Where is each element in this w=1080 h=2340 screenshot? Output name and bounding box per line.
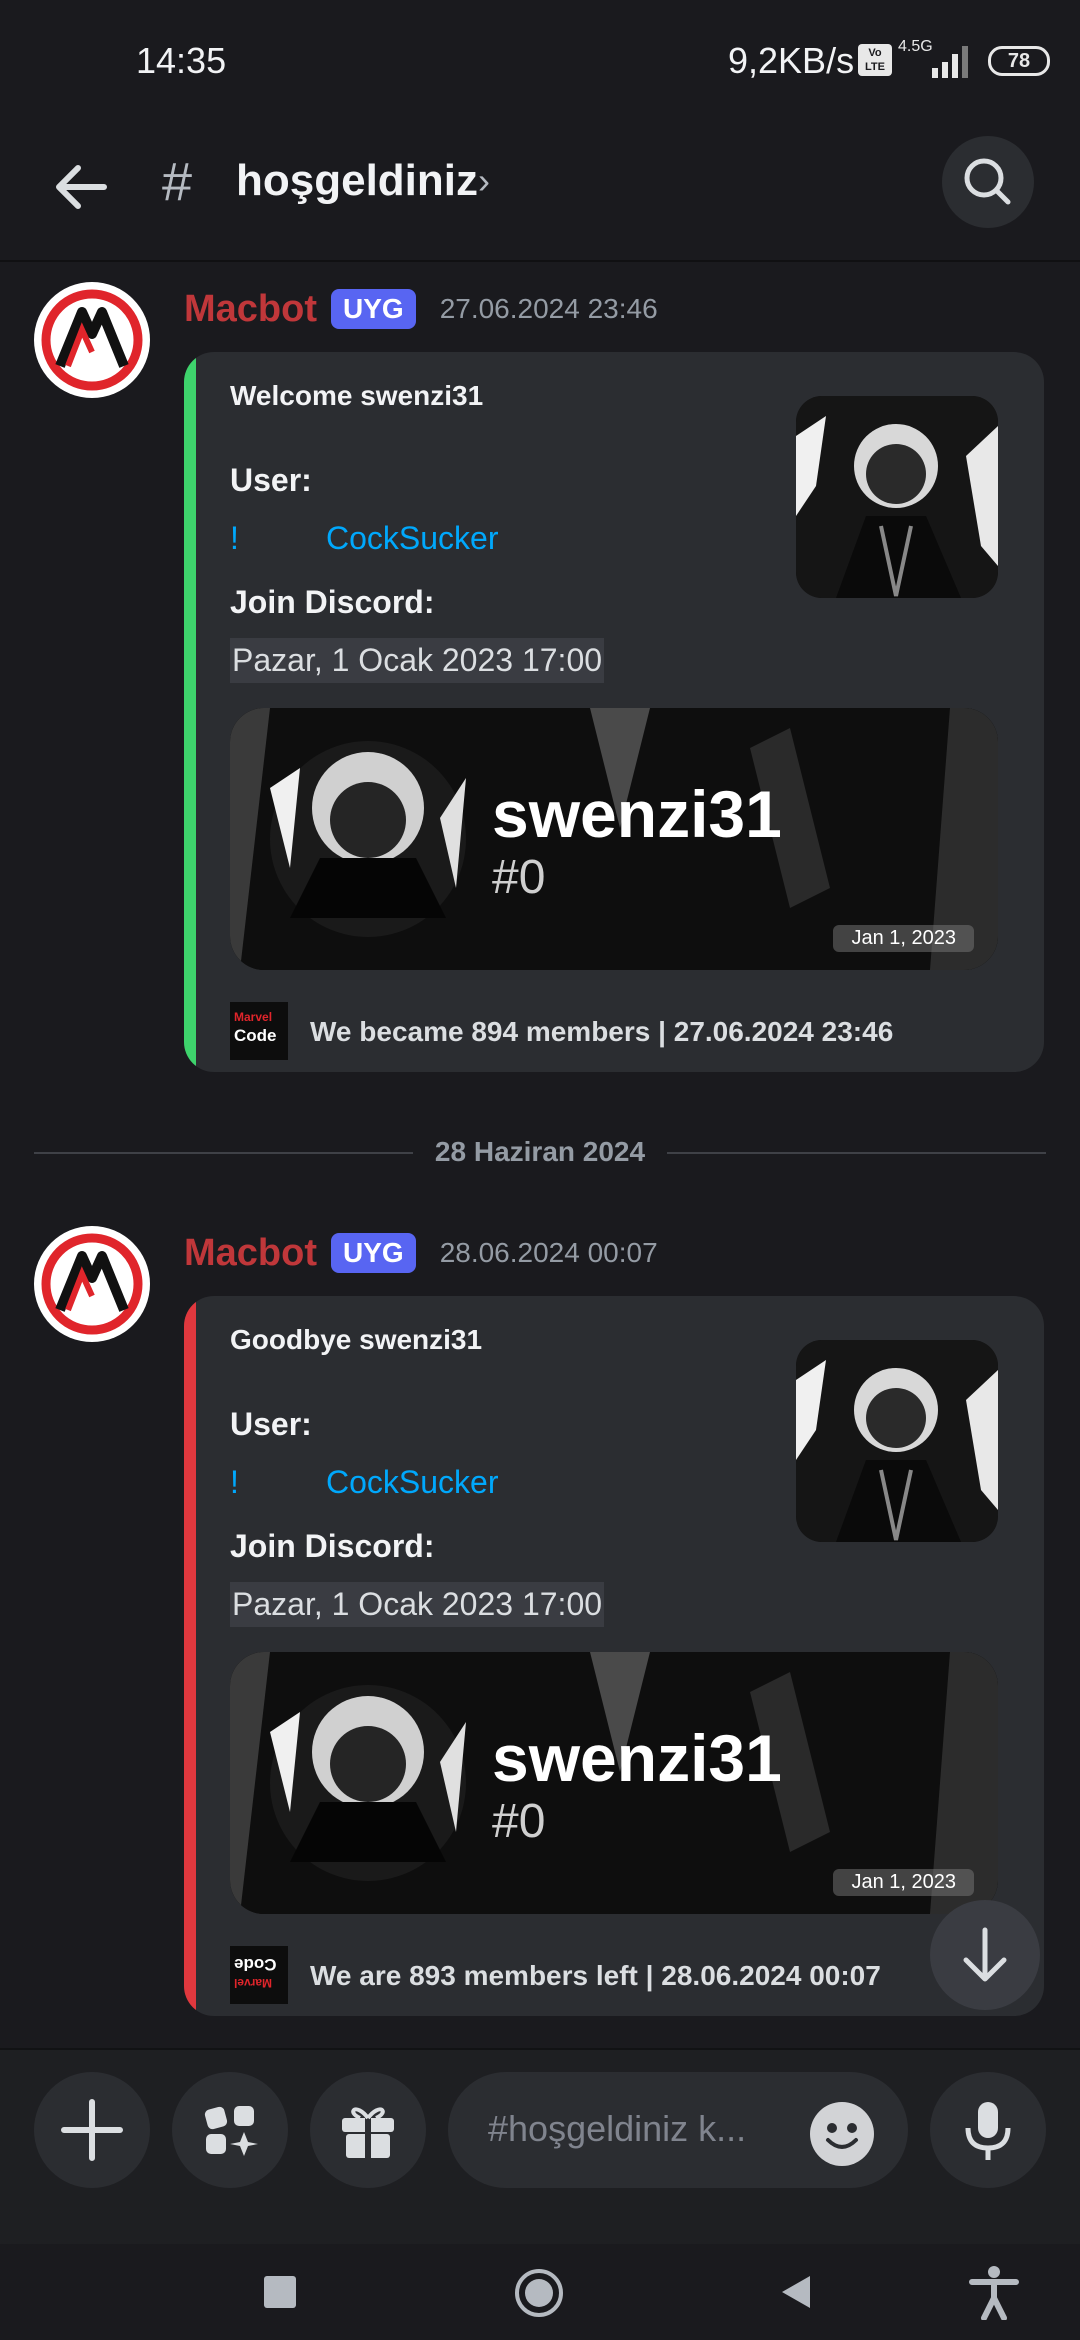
banner-discriminator: #0: [492, 851, 546, 904]
avatar[interactable]: [34, 282, 150, 398]
macbot-logo-icon: [41, 1233, 143, 1335]
user-avatar-image: [796, 1340, 998, 1542]
system-navigation-bar: [0, 2244, 1080, 2340]
message-timestamp: 28.06.2024 00:07: [439, 1237, 658, 1268]
server-footer-icon: Marvel Code: [230, 1002, 288, 1060]
message-composer: #hoşgeldiniz k...: [0, 2048, 1080, 2244]
app-tag-badge: UYG: [331, 289, 416, 329]
user-mention[interactable]: CockSucker: [326, 1464, 499, 1501]
embed-footer: We are 893 members left | 28.06.2024 00:…: [310, 1960, 881, 1991]
battery-indicator: 78: [988, 46, 1050, 76]
goodbye-banner-image[interactable]: swenzi31 #0 Jan 1, 2023: [230, 1652, 998, 1914]
emoji-button[interactable]: [810, 2102, 874, 2166]
embed-title: Welcome swenzi31: [230, 380, 484, 411]
footer-icon-bottom-text: Code: [234, 1026, 277, 1045]
server-footer-icon: Code Marvel: [230, 1946, 288, 2004]
message-input[interactable]: #hoşgeldiniz k...: [448, 2072, 908, 2188]
accessibility-icon[interactable]: [966, 2264, 1022, 2320]
banner-username: swenzi31: [492, 1721, 782, 1795]
gift-icon: [342, 2107, 394, 2158]
back-icon[interactable]: [778, 2274, 814, 2310]
join-date: Pazar, 1 Ocak 2023 17:00: [230, 1582, 605, 1627]
footer-icon-top-text: Marvel: [234, 1976, 273, 1990]
footer-icon-top-text: Marvel: [234, 1010, 273, 1024]
field-label-join: Join Discord:: [230, 584, 435, 620]
field-label-join: Join Discord:: [230, 1528, 435, 1564]
embed-accent-bar: [184, 1296, 196, 2016]
scroll-to-bottom-button[interactable]: [930, 1900, 1040, 2010]
user-mention[interactable]: CockSucker: [326, 520, 499, 557]
join-date: Pazar, 1 Ocak 2023 17:00: [230, 638, 605, 683]
message-timestamp: 27.06.2024 23:46: [439, 293, 658, 324]
apps-icon: [204, 2106, 258, 2156]
banner-discriminator: #0: [492, 1795, 546, 1848]
footer-icon-bottom-text: Code: [234, 1955, 277, 1974]
embed-thumbnail[interactable]: [796, 1340, 998, 1542]
banner-username: swenzi31: [492, 777, 782, 851]
home-icon[interactable]: [512, 2266, 566, 2320]
status-time: 14:35: [136, 40, 227, 81]
plus-icon: [61, 2099, 123, 2161]
microphone-icon: [965, 2102, 1011, 2160]
back-arrow-icon[interactable]: [46, 152, 116, 222]
search-icon: [964, 158, 1011, 205]
welcome-embed: Welcome swenzi31 User: ! CockSucker Join…: [184, 352, 1044, 1072]
date-divider: 28 Haziran 2024: [34, 1130, 1046, 1176]
volte-icon: Vo LTE: [858, 44, 892, 76]
app-tag-badge: UYG: [331, 1233, 416, 1273]
search-button[interactable]: [942, 136, 1034, 228]
channel-header: # hoşgeldiniz ›: [0, 120, 1080, 262]
add-attachment-button[interactable]: [34, 2072, 150, 2188]
goodbye-embed: Goodbye swenzi31 User: ! CockSucker Join…: [184, 1296, 1044, 2016]
hash-icon: #: [162, 152, 193, 212]
apps-button[interactable]: [172, 2072, 288, 2188]
message-author[interactable]: Macbot: [184, 1232, 317, 1275]
arrow-down-icon: [963, 1927, 1007, 1982]
field-label-user: User:: [230, 462, 312, 498]
user-avatar-image: [796, 396, 998, 598]
emoji-icon: [826, 2123, 858, 2149]
avatar[interactable]: [34, 1226, 150, 1342]
message-author[interactable]: Macbot: [184, 288, 317, 331]
embed-title: Goodbye swenzi31: [230, 1324, 483, 1355]
channel-title[interactable]: hoşgeldiniz: [236, 156, 478, 206]
message-input-placeholder: #hoşgeldiniz k...: [488, 2108, 747, 2149]
banner-date: Jan 1, 2023: [833, 1869, 974, 1896]
gift-button[interactable]: [310, 2072, 426, 2188]
chevron-right-icon[interactable]: ›: [478, 160, 490, 202]
status-network-speed: 9,2KB/s: [728, 40, 855, 81]
field-label-user: User:: [230, 1406, 312, 1442]
embed-footer: We became 894 members | 27.06.2024 23:46: [310, 1016, 894, 1047]
voice-message-button[interactable]: [930, 2072, 1046, 2188]
embed-thumbnail[interactable]: [796, 396, 998, 598]
recents-icon[interactable]: [262, 2274, 298, 2310]
embed-accent-bar: [184, 352, 196, 1072]
mention-prefix: !: [230, 520, 239, 556]
mention-prefix: !: [230, 1464, 239, 1500]
banner-date: Jan 1, 2023: [833, 925, 974, 952]
macbot-logo-icon: [41, 289, 143, 391]
date-divider-label: 28 Haziran 2024: [412, 1136, 668, 1167]
signal-icon: [932, 46, 968, 78]
status-bar: 14:35 9,2KB/s Vo LTE 4.5G 78: [0, 0, 1080, 120]
welcome-banner-image[interactable]: swenzi31 #0 Jan 1, 2023: [230, 708, 998, 970]
